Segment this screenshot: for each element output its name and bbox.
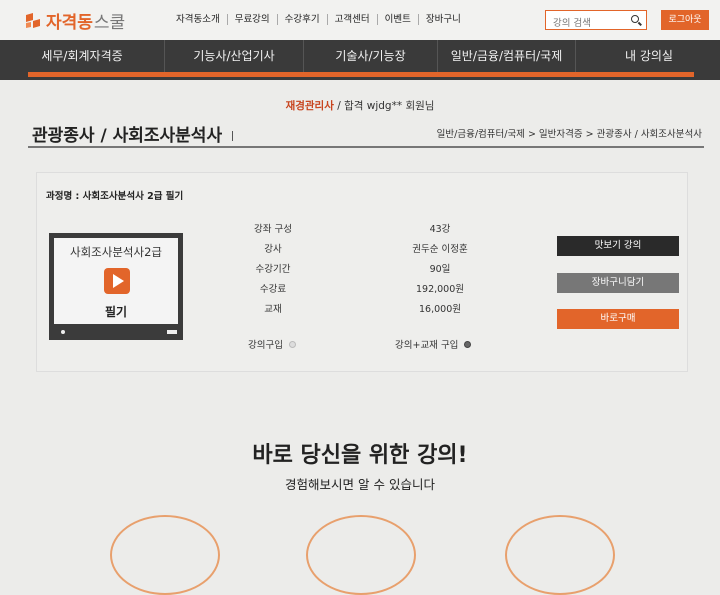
nav-accent-bar <box>28 72 694 77</box>
monitor-dot-icon <box>61 330 65 334</box>
title-rule <box>28 146 704 148</box>
top-bar: 자격동스쿨 자격동소개 무료강의 수강후기 고객센터 이벤트 장바구니 로그아웃 <box>0 0 720 40</box>
search-box <box>545 10 647 30</box>
main-nav-technician[interactable]: 기능사/산업기사 <box>165 40 304 72</box>
breadcrumb: 일반/금융/컴퓨터/국제 > 일반자격증 > 관광종사 / 사회조사분석사 <box>436 129 702 140</box>
promo-subtitle: 경험해보시면 알 수 있습니다 <box>285 477 435 492</box>
info-value: 16,000원 <box>419 304 461 315</box>
promo-circle[interactable] <box>306 515 416 595</box>
page-title-text: 관광종사 / 사회조사분석사 <box>32 126 223 146</box>
main-nav: 세무/회계자격증 기능사/산업기사 기술사/기능장 일반/금융/컴퓨터/국제 내… <box>0 40 720 80</box>
pass-notice-highlight: 재경관리사 <box>285 100 334 112</box>
radio-lecture-and-book[interactable] <box>464 340 472 348</box>
info-value: 90일 <box>429 264 451 275</box>
logo-icon <box>26 12 40 28</box>
page-title: 관광종사 / 사회조사분석사 <box>32 121 234 146</box>
thumbnail-title: 사회조사분석사2급 <box>70 245 162 259</box>
course-name: 과정명 : 사회조사분석사 2급 필기 <box>46 191 184 202</box>
logout-button[interactable]: 로그아웃 <box>661 10 709 30</box>
info-value: 192,000원 <box>415 284 465 295</box>
top-nav-free-lectures[interactable]: 무료강의 <box>226 14 277 25</box>
main-nav-general[interactable]: 일반/금융/컴퓨터/국제 <box>438 40 576 72</box>
promo-title: 바로 당신을 위한 강의! <box>252 443 468 468</box>
top-nav: 자격동소개 무료강의 수강후기 고객센터 이벤트 장바구니 <box>176 14 468 25</box>
promo-circle[interactable] <box>110 515 220 595</box>
main-nav-tax-accounting[interactable]: 세무/회계자격증 <box>0 40 165 72</box>
info-label: 수강료 <box>259 284 287 295</box>
logo-text-light: 스쿨 <box>93 13 126 33</box>
monitor-buttons-icon <box>167 330 177 334</box>
play-icon[interactable] <box>104 268 130 294</box>
top-nav-support[interactable]: 고객센터 <box>326 14 377 25</box>
option-lecture-only[interactable]: 강의구입 <box>248 337 296 351</box>
top-nav-about[interactable]: 자격동소개 <box>176 14 227 25</box>
radio-lecture-only[interactable] <box>288 340 296 348</box>
title-divider <box>232 131 234 141</box>
search-icon[interactable] <box>631 15 639 23</box>
thumbnail-subtitle: 필기 <box>104 305 128 319</box>
option-label: 강의구입 <box>248 340 283 351</box>
info-value: 권두순 이정훈 <box>412 244 468 255</box>
pass-notice: 재경관리사 / 합격 wjdg** 회원님 <box>0 98 720 113</box>
buy-now-button[interactable]: 바로구매 <box>557 309 679 329</box>
option-lecture-and-book[interactable]: 강의+교재 구입 <box>395 337 472 351</box>
top-nav-cart[interactable]: 장바구니 <box>417 14 468 25</box>
main-nav-engineer[interactable]: 기술사/기능장 <box>304 40 438 72</box>
info-label: 교재 <box>264 304 282 315</box>
search-input[interactable] <box>546 16 625 29</box>
main-nav-my-classroom[interactable]: 내 강의실 <box>576 40 720 72</box>
site-logo[interactable]: 자격동 스쿨 <box>24 8 125 33</box>
thumbnail-screen: 사회조사분석사2급 필기 <box>54 238 178 324</box>
pass-notice-text: / 합격 wjdg** 회원님 <box>337 100 435 112</box>
preview-lecture-button[interactable]: 맛보기 강의 <box>557 236 679 256</box>
option-label: 강의+교재 구입 <box>395 340 459 351</box>
promo-circle[interactable] <box>505 515 615 595</box>
info-value: 43강 <box>429 224 451 235</box>
top-nav-events[interactable]: 이벤트 <box>376 14 418 25</box>
top-nav-reviews[interactable]: 수강후기 <box>276 14 327 25</box>
info-label: 수강기간 <box>255 264 291 275</box>
info-label: 강사 <box>264 244 282 255</box>
add-to-cart-button[interactable]: 장바구니담기 <box>557 273 679 293</box>
course-thumbnail[interactable]: 사회조사분석사2급 필기 <box>49 233 183 340</box>
info-label: 강좌 구성 <box>254 224 292 235</box>
logo-text-bold: 자격동 <box>46 13 93 33</box>
